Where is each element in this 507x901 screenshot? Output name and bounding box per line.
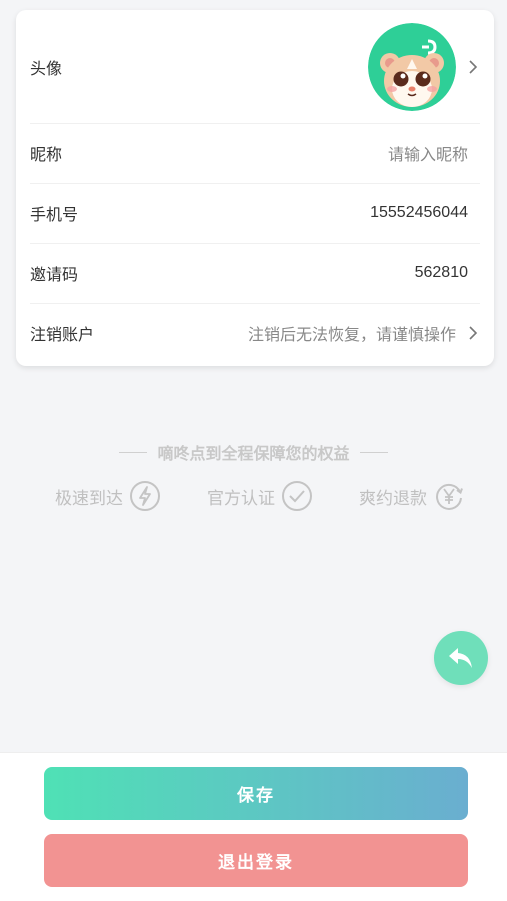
save-button[interactable]: 保存: [44, 767, 468, 820]
divider: [119, 451, 148, 453]
cancel-account-row[interactable]: 注销账户 注销后无法恢复，请谨慎操作: [30, 303, 480, 363]
back-fab-button[interactable]: [434, 631, 488, 685]
phone-row: 手机号 15552456044: [30, 183, 480, 244]
feature-label: 官方认证: [207, 488, 275, 508]
nickname-input[interactable]: 请输入昵称: [388, 141, 468, 165]
phone-value: 15552456044: [370, 204, 468, 221]
divider: [359, 451, 388, 453]
cancel-account-hint: 注销后无法恢复，请谨慎操作: [247, 327, 456, 344]
cancel-account-label: 注销账户: [30, 327, 95, 344]
invite-label: 邀请码: [30, 267, 79, 284]
bottom-action-bar: 保存 退出登录: [0, 752, 507, 901]
guarantee-title: 嘀咚点到全程保障您的权益: [0, 440, 507, 464]
yen-refund-icon: [436, 483, 463, 510]
profile-card: 头像 昵称 请输入昵称 手机号 15552456044 邀请码 562810 注…: [16, 10, 494, 366]
invite-row: 邀请码 562810: [30, 243, 480, 304]
avatar[interactable]: [368, 22, 456, 111]
feature-refund: 爽约退款: [359, 480, 465, 512]
avatar-row[interactable]: 头像: [30, 10, 480, 124]
feature-official-cert: 官方认证: [207, 480, 313, 512]
nickname-label: 昵称: [30, 147, 63, 164]
chevron-right-icon: [466, 56, 480, 78]
chevron-right-icon: [466, 322, 480, 344]
lightning-icon: [130, 481, 160, 511]
avatar-label: 头像: [30, 60, 63, 78]
feature-label: 爽约退款: [359, 488, 427, 508]
guarantee-title-text: 嘀咚点到全程保障您的权益: [157, 446, 350, 463]
invite-value: 562810: [414, 264, 468, 281]
check-circle-icon: [282, 481, 312, 511]
phone-label: 手机号: [30, 207, 79, 224]
logout-button[interactable]: 退出登录: [44, 834, 468, 887]
guarantee-features: 极速到达 官方认证 爽约退款: [55, 480, 465, 512]
feature-label: 极速到达: [55, 488, 123, 508]
back-arrow-icon: [449, 648, 472, 668]
nickname-row[interactable]: 昵称 请输入昵称: [30, 123, 480, 184]
feature-fast-arrival: 极速到达: [55, 480, 161, 512]
